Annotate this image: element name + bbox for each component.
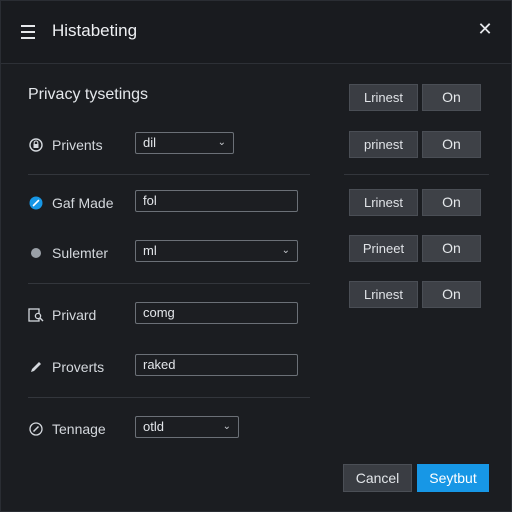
- privents-select[interactable]: dil ⌄: [135, 132, 234, 154]
- setting-label: Sulemter: [52, 245, 109, 261]
- section-title: Privacy tysetings: [28, 86, 149, 103]
- setting-label: Tennage: [52, 421, 106, 437]
- compass-icon: [28, 421, 44, 437]
- toggle-name-button[interactable]: Lrinest: [349, 84, 418, 111]
- setting-row-privard: Privard comg: [28, 302, 308, 328]
- gaf-made-input[interactable]: fol: [135, 190, 298, 212]
- setting-row-gaf-made: Gaf Made fol: [28, 190, 308, 216]
- search-doc-icon: [28, 307, 44, 323]
- settings-window: Histabeting ✕ Privacy tysetings Privents…: [0, 0, 512, 512]
- blue-check-circle-icon: [28, 195, 44, 211]
- toggle-on-button[interactable]: On: [422, 131, 481, 158]
- setting-row-proverts: Proverts raked: [28, 354, 308, 380]
- window-title: Histabeting: [52, 21, 138, 40]
- title-bar: Histabeting ✕: [1, 1, 511, 64]
- setting-row-sulemter: Sulemter ml ⌄: [28, 240, 308, 266]
- dot-circle-icon: [28, 245, 44, 261]
- sulemter-select[interactable]: ml ⌄: [135, 240, 298, 262]
- toggle-name-button[interactable]: Prineet: [349, 235, 418, 262]
- setting-row-privents: Privents dil ⌄: [28, 132, 308, 158]
- pencil-icon: [28, 359, 44, 375]
- toggle-name-button[interactable]: Lrinest: [349, 281, 418, 308]
- toggle-on-button[interactable]: On: [422, 189, 481, 216]
- input-value: fol: [143, 193, 157, 208]
- lock-circle-icon: [28, 137, 44, 153]
- setting-label: Gaf Made: [52, 195, 114, 211]
- setting-row-tennage: Tennage otld ⌄: [28, 416, 308, 442]
- cancel-button[interactable]: Cancel: [343, 464, 412, 492]
- tennage-select[interactable]: otld ⌄: [135, 416, 239, 438]
- hamburger-menu-icon[interactable]: [21, 25, 35, 39]
- privard-input[interactable]: comg: [135, 302, 298, 324]
- select-value: dil: [143, 135, 157, 150]
- setting-label: Privard: [52, 307, 97, 323]
- chevron-down-icon: ⌄: [281, 245, 290, 256]
- toggle-name-button[interactable]: Lrinest: [349, 189, 418, 216]
- toggle-row-2: prinest On: [349, 131, 481, 158]
- toggle-row-4: Prineet On: [349, 235, 481, 262]
- chevron-down-icon: ⌄: [222, 421, 231, 432]
- chevron-down-icon: ⌄: [217, 137, 226, 148]
- setting-label: Proverts: [52, 359, 105, 375]
- toggle-row-5: Lrinest On: [349, 281, 481, 308]
- toggle-on-button[interactable]: On: [422, 235, 481, 262]
- input-value: comg: [143, 305, 175, 320]
- toggle-row-3: Lrinest On: [349, 189, 481, 216]
- close-icon[interactable]: ✕: [477, 20, 493, 38]
- proverts-input[interactable]: raked: [135, 354, 298, 376]
- setting-label: Privents: [52, 137, 103, 153]
- divider: [28, 283, 310, 284]
- select-value: ml: [143, 243, 157, 258]
- divider: [28, 174, 310, 175]
- divider: [344, 174, 489, 175]
- divider: [28, 397, 310, 398]
- toggle-row-1: Lrinest On: [349, 84, 481, 111]
- input-value: raked: [143, 357, 176, 372]
- select-value: otld: [143, 419, 164, 434]
- toggle-on-button[interactable]: On: [422, 84, 481, 111]
- primary-button[interactable]: Seytbut: [417, 464, 489, 492]
- toggle-name-button[interactable]: prinest: [349, 131, 418, 158]
- toggle-on-button[interactable]: On: [422, 281, 481, 308]
